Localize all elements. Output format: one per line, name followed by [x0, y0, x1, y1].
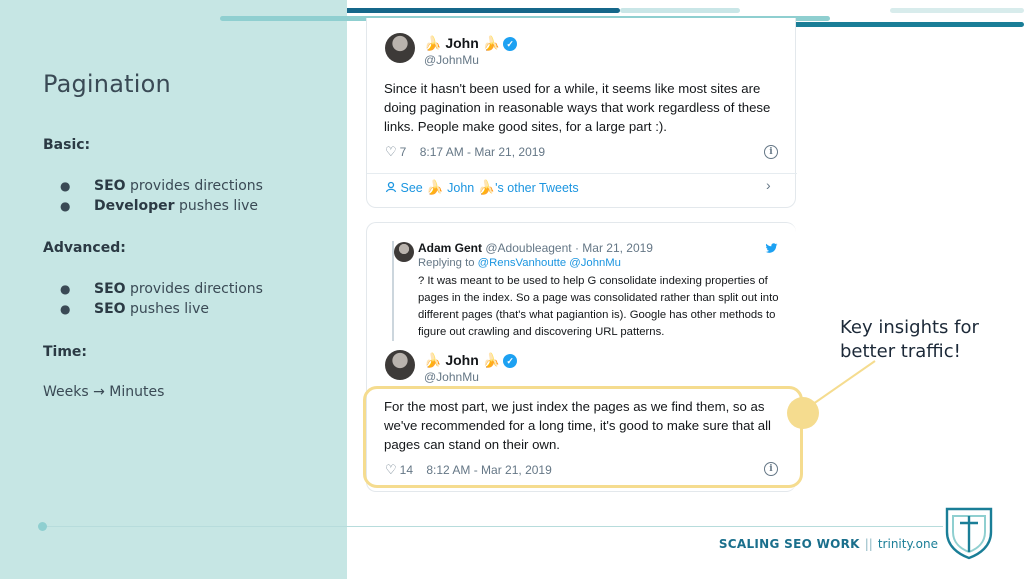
reply-author-name[interactable]: Adam Gent [418, 241, 482, 255]
info-icon[interactable]: i [764, 145, 778, 159]
basic-list: ● SEO provides directions ● Developer push… [60, 176, 263, 216]
chevron-right-icon[interactable]: › [766, 177, 771, 193]
reply-thread-line [392, 241, 394, 341]
list-item: ● SEO pushes live [60, 301, 209, 317]
footer-divider [43, 526, 943, 527]
tweet-author-handle[interactable]: @JohnMu [424, 370, 479, 384]
list-item: ● Developer pushes live [60, 198, 258, 214]
avatar[interactable] [394, 242, 414, 262]
divider [367, 173, 797, 174]
reply-handle-date[interactable]: @Adoubleagent · Mar 21, 2019 [485, 241, 653, 255]
like-count[interactable]: 7 [400, 145, 407, 159]
time-heading: Time: [43, 344, 88, 360]
reply-text: ? It was meant to be used to help G cons… [418, 275, 779, 338]
banana-icon: 🍌 [482, 352, 501, 368]
verified-badge-icon: ✓ [503, 354, 518, 368]
reply-header: Adam Gent @Adoubleagent · Mar 21, 2019 [418, 241, 653, 255]
time-value: Weeks → Minutes [43, 384, 165, 400]
advanced-list: ● SEO provides directions ● SEO pushes liv… [60, 279, 263, 319]
footer-site[interactable]: trinity.one [878, 537, 938, 551]
banana-icon: 🍌 [424, 352, 442, 368]
tweet-author-handle[interactable]: @JohnMu [424, 53, 479, 67]
advanced-heading: Advanced: [43, 240, 126, 256]
banana-icon: 🍌 [424, 35, 442, 51]
footer-divider-dot [38, 522, 47, 531]
verified-badge-icon: ✓ [503, 37, 518, 51]
list-item: ● SEO provides directions [60, 281, 263, 297]
see-other-tweets-link[interactable]: See 🍌 John 🍌's other Tweets [385, 179, 579, 196]
highlight-box [363, 386, 803, 488]
heart-icon[interactable]: ♡ [385, 144, 397, 160]
top-bar-pale-right [890, 8, 1024, 13]
avatar[interactable] [385, 350, 415, 380]
replying-to: Replying to @RensVanhoutte @JohnMu [418, 257, 621, 269]
footer: SCALING SEO WORK || trinity.one [719, 537, 938, 551]
tweet-author-name[interactable]: 🍌 John 🍌 ✓ [424, 35, 518, 52]
trinity-logo-icon [945, 507, 993, 560]
banana-icon: 🍌 [477, 179, 496, 195]
avatar[interactable] [385, 33, 415, 63]
footer-brand: SCALING SEO WORK [718, 537, 860, 551]
callout-text: Key insights for better traffic! [840, 317, 979, 362]
top-bar-teal [775, 22, 1024, 27]
banana-icon: 🍌 [426, 179, 444, 195]
replying-to-link[interactable]: @RensVanhoutte @JohnMu [478, 257, 621, 269]
list-item: ● SEO provides directions [60, 178, 263, 194]
tweet-meta: ♡ 7 8:17 AM - Mar 21, 2019 [385, 144, 545, 160]
tweet-author-name[interactable]: 🍌 John 🍌 ✓ [424, 352, 518, 369]
tweet-timestamp[interactable]: 8:17 AM - Mar 21, 2019 [420, 145, 545, 159]
twitter-bird-icon[interactable] [765, 243, 778, 254]
tweet-card: 🍌 John 🍌 ✓ @JohnMu Since it hasn't been u… [366, 18, 797, 208]
banana-icon: 🍌 [482, 35, 501, 51]
callout-dot [787, 397, 819, 429]
tweet-text: Since it hasn't been used for a while, i… [384, 81, 771, 134]
slide-title: Pagination [43, 70, 171, 98]
footer-separator: || [864, 537, 873, 551]
person-icon [385, 181, 397, 193]
basic-heading: Basic: [43, 137, 91, 153]
top-bar-pale [620, 8, 740, 13]
